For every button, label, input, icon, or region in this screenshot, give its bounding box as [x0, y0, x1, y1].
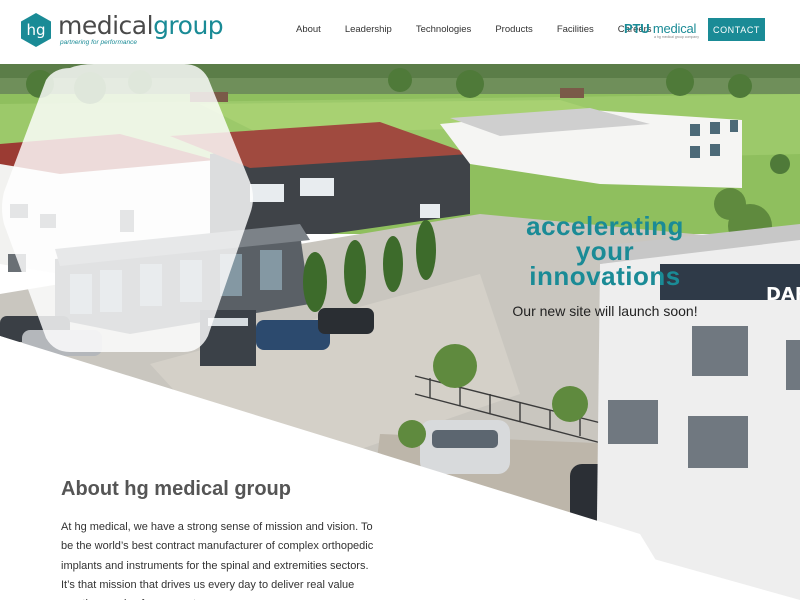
about-body: At hg medical, we have a strong sense of…: [61, 521, 374, 600]
ptu-medical-logo[interactable]: PTU medical: [624, 21, 696, 36]
logo-tagline: partnering for performance: [60, 39, 137, 46]
hero-subtext: Our new site will launch soon!: [512, 303, 698, 319]
hero-message-card: [2, 64, 253, 352]
nav-technologies[interactable]: Technologies: [416, 24, 471, 35]
hg-medical-group-logo[interactable]: hg medicalgroup partnering for performan…: [18, 11, 224, 48]
logo-wordmark: medicalgroup: [58, 11, 224, 40]
nav-leadership[interactable]: Leadership: [345, 24, 392, 35]
contact-button[interactable]: CONTACT: [708, 18, 765, 41]
about-title: About hg medical group: [61, 478, 291, 500]
ptu-logo-bold: PTU: [624, 21, 650, 36]
logo-badge-text: hg: [26, 21, 45, 39]
ptu-logo-subtext: a hg medical group company: [654, 35, 699, 39]
hg-logo-badge-icon: hg: [18, 12, 54, 48]
site-header: hg medicalgroup partnering for performan…: [0, 0, 800, 64]
main-nav: About Leadership Technologies Products F…: [296, 24, 676, 35]
logo-wordmark-medical: medical: [58, 11, 154, 40]
building-sign-text: DARCO: [766, 284, 800, 305]
nav-products[interactable]: Products: [495, 24, 533, 35]
logo-wordmark-group: group: [153, 11, 224, 40]
ptu-logo-light: medical: [652, 21, 697, 36]
hero-headline-line3: innovations: [529, 261, 681, 291]
nav-about[interactable]: About: [296, 24, 321, 35]
hero-headline: accelerating your innovations: [490, 213, 720, 291]
nav-facilities[interactable]: Facilities: [557, 24, 594, 35]
